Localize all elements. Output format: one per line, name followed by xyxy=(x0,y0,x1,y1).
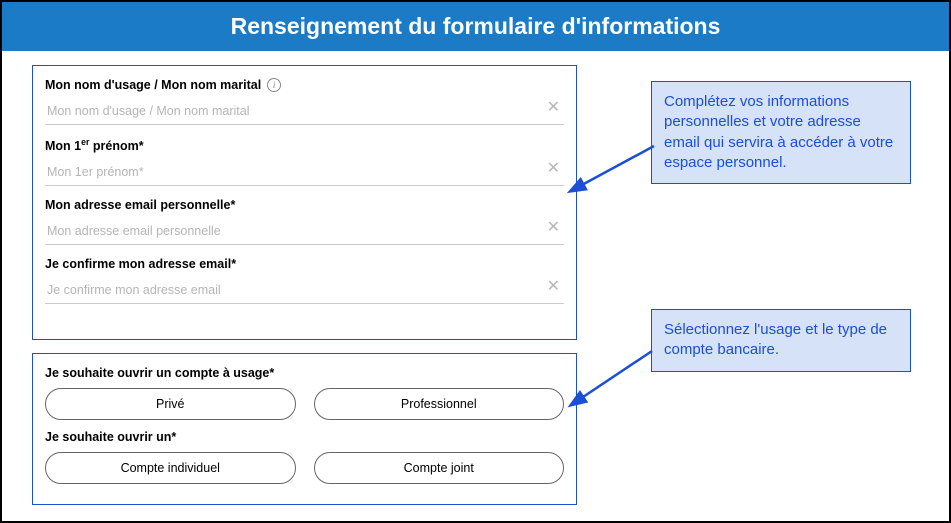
clear-icon[interactable]: ✕ xyxy=(547,279,560,295)
label-account-type: Je souhaite ouvrir un* xyxy=(45,430,564,444)
callout-personal-info: Complétez vos informations personnelles … xyxy=(651,81,911,184)
usage-options: Privé Professionnel xyxy=(45,388,564,420)
label-usage-text: Je souhaite ouvrir un compte à usage* xyxy=(45,366,274,380)
input-name-usage[interactable] xyxy=(45,100,564,125)
arrow-top xyxy=(562,136,662,206)
option-compte-joint[interactable]: Compte joint xyxy=(314,452,565,484)
page-frame: Renseignement du formulaire d'informatio… xyxy=(0,0,951,523)
arrow-bottom xyxy=(560,341,660,411)
clear-icon[interactable]: ✕ xyxy=(547,100,560,116)
clear-icon[interactable]: ✕ xyxy=(547,161,560,177)
type-options: Compte individuel Compte joint xyxy=(45,452,564,484)
option-prive[interactable]: Privé xyxy=(45,388,296,420)
info-icon[interactable]: i xyxy=(267,78,281,92)
label-email-text: Mon adresse email personnelle* xyxy=(45,198,235,212)
label-email-confirm: Je confirme mon adresse email* xyxy=(45,257,564,271)
label-name-usage: Mon nom d'usage / Mon nom marital i xyxy=(45,78,564,92)
page-title: Renseignement du formulaire d'informatio… xyxy=(231,13,721,39)
label-email: Mon adresse email personnelle* xyxy=(45,198,564,212)
label-usage: Je souhaite ouvrir un compte à usage* xyxy=(45,366,564,380)
label-email-confirm-text: Je confirme mon adresse email* xyxy=(45,257,236,271)
option-compte-individuel[interactable]: Compte individuel xyxy=(45,452,296,484)
callout-personal-info-text: Complétez vos informations personnelles … xyxy=(664,93,893,171)
input-email-confirm[interactable] xyxy=(45,279,564,304)
label-account-type-text: Je souhaite ouvrir un* xyxy=(45,430,176,444)
input-wrap-firstname: ✕ xyxy=(45,161,564,186)
form-account-type: Je souhaite ouvrir un compte à usage* Pr… xyxy=(32,353,577,505)
input-email[interactable] xyxy=(45,220,564,245)
callout-account-type-text: Sélectionnez l'usage et le type de compt… xyxy=(664,321,887,358)
callout-account-type: Sélectionnez l'usage et le type de compt… xyxy=(651,309,911,372)
form-personal-info: Mon nom d'usage / Mon nom marital i ✕ Mo… xyxy=(32,65,577,340)
page-header: Renseignement du formulaire d'informatio… xyxy=(2,2,949,51)
input-wrap-name: ✕ xyxy=(45,100,564,125)
input-wrap-email-confirm: ✕ xyxy=(45,279,564,304)
label-name-usage-text: Mon nom d'usage / Mon nom marital xyxy=(45,78,261,92)
clear-icon[interactable]: ✕ xyxy=(547,220,560,236)
input-wrap-email: ✕ xyxy=(45,220,564,245)
page-content: Mon nom d'usage / Mon nom marital i ✕ Mo… xyxy=(2,51,949,522)
label-firstname: Mon 1er prénom* xyxy=(45,137,564,153)
option-professionnel[interactable]: Professionnel xyxy=(314,388,565,420)
input-firstname[interactable] xyxy=(45,161,564,186)
